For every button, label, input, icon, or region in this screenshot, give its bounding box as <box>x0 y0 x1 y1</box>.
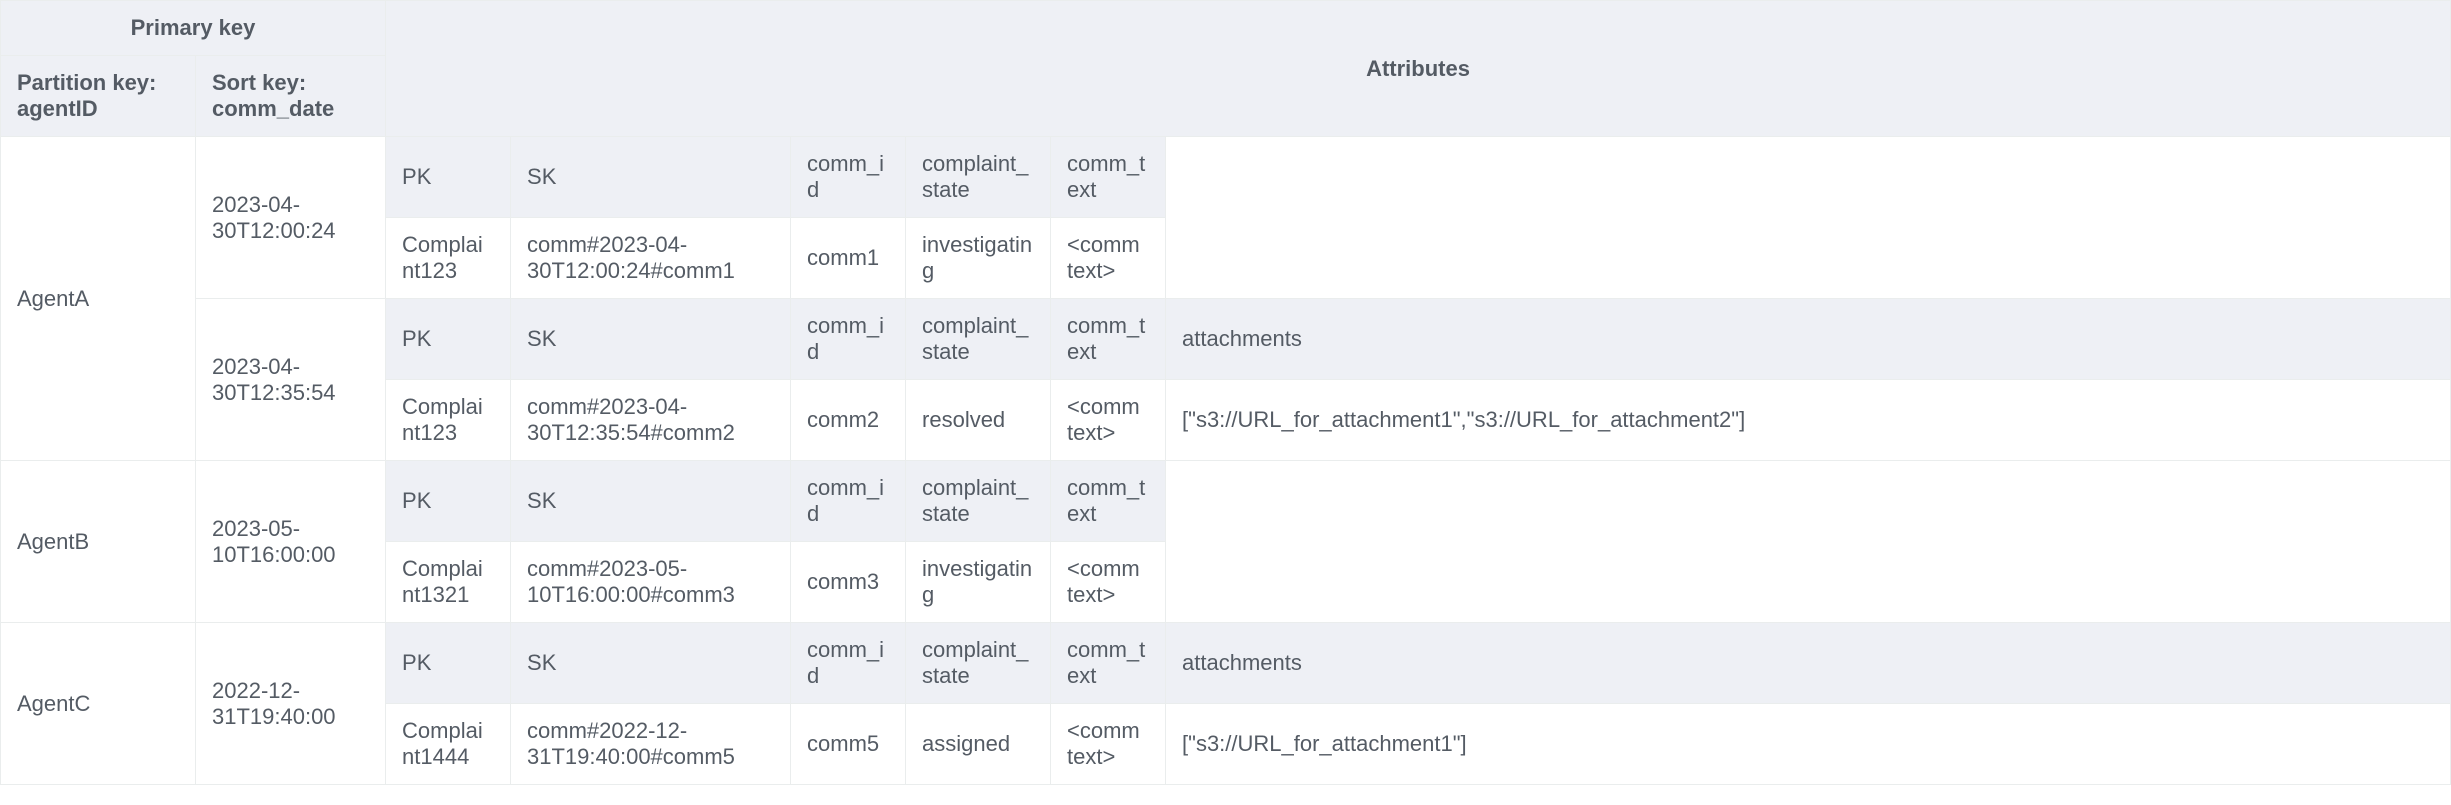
attr-header-comm-id: comm_id <box>791 461 906 542</box>
attr-header-comm-id: comm_id <box>791 137 906 218</box>
attr-header-complaint-state: complaint_state <box>906 137 1051 218</box>
attr-header-sk: SK <box>511 137 791 218</box>
cell-complaint-state: assigned <box>906 704 1051 785</box>
attr-header-complaint-state: complaint_state <box>906 623 1051 704</box>
header-primary-key: Primary key <box>1 1 386 56</box>
attr-header-comm-text: comm_text <box>1051 137 1166 218</box>
table-row: AgentB 2023-05-10T16:00:00 PK SK comm_id… <box>1 461 2451 542</box>
attr-header-comm-text: comm_text <box>1051 461 1166 542</box>
attr-header-comm-text: comm_text <box>1051 623 1166 704</box>
cell-sk: comm#2023-04-30T12:00:24#comm1 <box>511 218 791 299</box>
attr-header-sk: SK <box>511 299 791 380</box>
cell-comm-date: 2022-12-31T19:40:00 <box>196 623 386 785</box>
attr-header-attachments: attachments <box>1166 299 2451 380</box>
table-row: 2023-04-30T12:35:54 PK SK comm_id compla… <box>1 299 2451 380</box>
header-row-1: Primary key Attributes <box>1 1 2451 56</box>
cell-sk: comm#2023-04-30T12:35:54#comm2 <box>511 380 791 461</box>
cell-comm-text: <comm text> <box>1051 218 1166 299</box>
cell-comm-id: comm2 <box>791 380 906 461</box>
cell-complaint-state: investigating <box>906 218 1051 299</box>
header-partition-key: Partition key: agentID <box>1 56 196 137</box>
cell-comm-date: 2023-04-30T12:35:54 <box>196 299 386 461</box>
cell-agent: AgentA <box>1 137 196 461</box>
header-sort-key: Sort key: comm_date <box>196 56 386 137</box>
cell-comm-text: <comm text> <box>1051 380 1166 461</box>
table-row: AgentA 2023-04-30T12:00:24 PK SK comm_id… <box>1 137 2451 218</box>
cell-attachments: ["s3://URL_for_attachment1","s3://URL_fo… <box>1166 380 2451 461</box>
cell-agent: AgentC <box>1 623 196 785</box>
cell-empty <box>1166 137 2451 299</box>
cell-comm-text: <comm text> <box>1051 542 1166 623</box>
cell-complaint-state: investigating <box>906 542 1051 623</box>
cell-agent: AgentB <box>1 461 196 623</box>
dynamodb-table: Primary key Attributes Partition key: ag… <box>0 0 2451 785</box>
attr-header-pk: PK <box>386 623 511 704</box>
attr-header-comm-text: comm_text <box>1051 299 1166 380</box>
cell-comm-date: 2023-05-10T16:00:00 <box>196 461 386 623</box>
attr-header-pk: PK <box>386 299 511 380</box>
cell-pk: Complaint1444 <box>386 704 511 785</box>
cell-comm-date: 2023-04-30T12:00:24 <box>196 137 386 299</box>
attr-header-comm-id: comm_id <box>791 623 906 704</box>
cell-pk: Complaint123 <box>386 380 511 461</box>
cell-sk: comm#2022-12-31T19:40:00#comm5 <box>511 704 791 785</box>
cell-attachments: ["s3://URL_for_attachment1"] <box>1166 704 2451 785</box>
attr-header-complaint-state: complaint_state <box>906 461 1051 542</box>
cell-pk: Complaint1321 <box>386 542 511 623</box>
attr-header-complaint-state: complaint_state <box>906 299 1051 380</box>
cell-comm-id: comm3 <box>791 542 906 623</box>
table-row: AgentC 2022-12-31T19:40:00 PK SK comm_id… <box>1 623 2451 704</box>
cell-complaint-state: resolved <box>906 380 1051 461</box>
attr-header-comm-id: comm_id <box>791 299 906 380</box>
cell-comm-id: comm5 <box>791 704 906 785</box>
cell-pk: Complaint123 <box>386 218 511 299</box>
cell-comm-id: comm1 <box>791 218 906 299</box>
attr-header-pk: PK <box>386 461 511 542</box>
attr-header-attachments: attachments <box>1166 623 2451 704</box>
attr-header-sk: SK <box>511 461 791 542</box>
header-attributes: Attributes <box>386 1 2451 137</box>
cell-empty <box>1166 461 2451 623</box>
attr-header-pk: PK <box>386 137 511 218</box>
cell-comm-text: <comm text> <box>1051 704 1166 785</box>
cell-sk: comm#2023-05-10T16:00:00#comm3 <box>511 542 791 623</box>
attr-header-sk: SK <box>511 623 791 704</box>
